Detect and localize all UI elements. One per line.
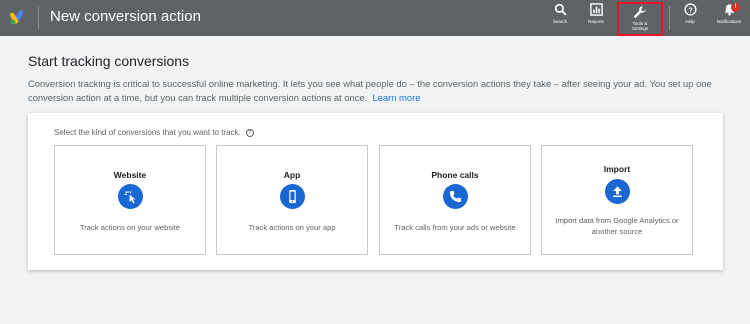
card-description: Import data from Google Analytics or ano…: [555, 216, 679, 236]
prompt-text: Select the kind of conversions that you …: [54, 128, 241, 137]
toolbar-divider: [669, 6, 670, 30]
help-button[interactable]: ? Help: [678, 3, 702, 24]
prompt-help-icon[interactable]: ?: [245, 129, 254, 137]
section-heading: Start tracking conversions: [28, 53, 190, 69]
mobile-phone-icon: [280, 184, 305, 209]
reports-label: Reports: [588, 19, 604, 24]
google-ads-logo-icon[interactable]: [9, 8, 27, 26]
section-description: Conversion tracking is critical to succe…: [28, 77, 728, 104]
reports-button[interactable]: Reports: [584, 3, 608, 24]
phone-calls-card[interactable]: Phone calls Track calls from your ads or…: [379, 145, 531, 255]
search-icon: [554, 3, 567, 16]
card-description: Track actions on your app: [248, 223, 336, 232]
search-label: Search: [552, 19, 568, 24]
phone-icon: [443, 184, 468, 209]
header-divider: [38, 7, 39, 29]
wrench-icon: [634, 6, 646, 18]
description-text: Conversion tracking is critical to succe…: [28, 78, 712, 103]
website-card[interactable]: Website Track actions on your website: [54, 145, 206, 255]
card-title: Import: [603, 164, 631, 174]
help-icon: ?: [683, 3, 697, 16]
tools-settings-button[interactable]: Tools & Settings: [617, 2, 663, 36]
notifications-button[interactable]: ! Notifications: [711, 3, 747, 24]
svg-text:?: ?: [688, 5, 693, 14]
card-description: Track actions on your website: [79, 223, 181, 232]
learn-more-link[interactable]: Learn more: [372, 92, 420, 103]
card-title: App: [283, 170, 301, 180]
app-card[interactable]: App Track actions on your app: [216, 145, 368, 255]
card-title: Phone calls: [431, 170, 479, 180]
conversion-type-prompt: Select the kind of conversions that you …: [54, 128, 254, 137]
cursor-click-icon: [118, 184, 143, 209]
card-title: Website: [113, 170, 147, 180]
top-bar: New conversion action Search Reports Too…: [0, 0, 750, 36]
notifications-label: Notifications: [716, 19, 742, 24]
notification-badge: !: [731, 3, 740, 12]
help-label: Help: [685, 19, 695, 24]
upload-icon: [605, 179, 630, 204]
page-title: New conversion action: [50, 8, 201, 25]
reports-icon: [589, 3, 603, 16]
import-card[interactable]: Import Import data from Google Analytics…: [541, 145, 693, 255]
tools-settings-label: Tools & Settings: [631, 21, 649, 31]
search-button[interactable]: Search: [548, 3, 572, 24]
card-description: Track calls from your ads or website: [394, 223, 516, 232]
conversion-type-panel: Select the kind of conversions that you …: [28, 113, 723, 270]
